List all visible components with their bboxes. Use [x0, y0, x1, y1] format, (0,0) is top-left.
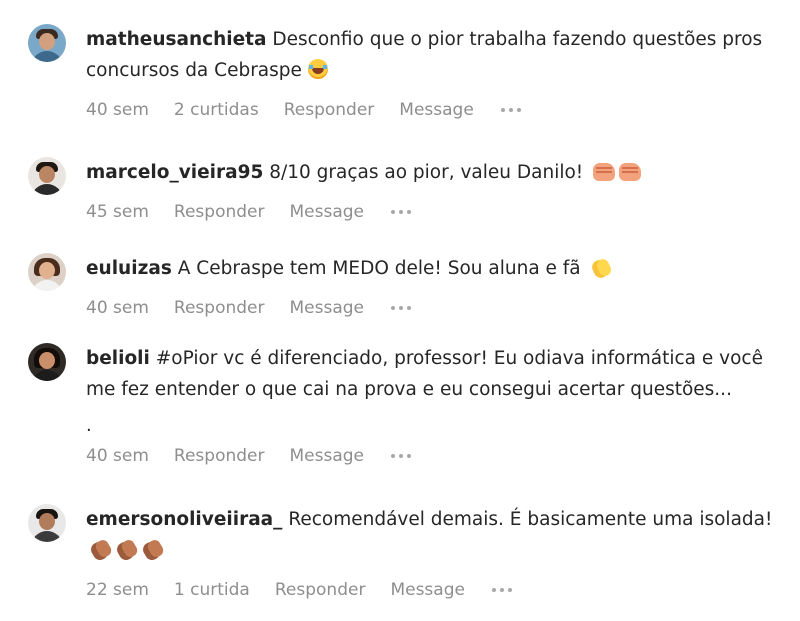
comment-text: A Cebraspe tem MEDO dele! Sou aluna e fã [177, 258, 581, 279]
comment-text-block: euluizas A Cebraspe tem MEDO dele! Sou a… [86, 253, 780, 284]
comment-text: 8/10 graças ao pior, valeu Danilo! [269, 162, 584, 183]
avatar[interactable] [28, 157, 66, 195]
reply-button[interactable]: Responder [284, 100, 375, 120]
comment-username[interactable]: belioli [86, 348, 150, 369]
likes-count-link[interactable]: 2 curtidas [174, 100, 259, 120]
reply-button[interactable]: Responder [174, 446, 265, 466]
comment-text: #oPior vc é diferenciado, professor! Eu … [86, 348, 763, 400]
comment-meta: 40 sem Responder Message [86, 443, 780, 469]
more-options-icon[interactable] [490, 584, 514, 596]
comments-list: matheusanchieta Desconfio que o pior tra… [0, 0, 800, 621]
comment-username[interactable]: euluizas [86, 258, 172, 279]
message-button[interactable]: Message [290, 202, 365, 222]
message-button[interactable]: Message [399, 100, 474, 120]
clapping-hands-dark-emoji [142, 538, 164, 560]
clapping-hands-dark-emoji [90, 538, 112, 560]
avatar[interactable] [28, 24, 66, 62]
likes-count-link[interactable]: 1 curtida [174, 580, 250, 600]
avatar[interactable] [28, 343, 66, 381]
comment-text-block: belioli #oPior vc é diferenciado, profes… [86, 343, 780, 405]
clapping-hands-dark-emoji [116, 538, 138, 560]
comment-text: Recomendável demais. É basicamente uma i… [288, 509, 773, 530]
comment-meta: 40 sem Responder Message [86, 295, 780, 321]
comment-text-block: emersonoliveiiraa_ Recomendável demais. … [86, 504, 780, 566]
comment-text-block: marcelo_vieira95 8/10 graças ao pior, va… [86, 157, 780, 188]
message-button[interactable]: Message [290, 298, 365, 318]
comment-time: 45 sem [86, 202, 149, 222]
comment-username[interactable]: marcelo_vieira95 [86, 162, 263, 183]
avatar[interactable] [28, 253, 66, 291]
avatar[interactable] [28, 504, 66, 542]
more-options-icon[interactable] [499, 104, 523, 116]
comment-meta: 22 sem 1 curtida Responder Message [86, 577, 780, 603]
comment-extra-line: . [86, 415, 92, 436]
reply-button[interactable]: Responder [275, 580, 366, 600]
message-button[interactable]: Message [290, 446, 365, 466]
more-options-icon[interactable] [389, 206, 413, 218]
more-options-icon[interactable] [389, 302, 413, 314]
reply-button[interactable]: Responder [174, 298, 265, 318]
comment-time: 40 sem [86, 446, 149, 466]
message-button[interactable]: Message [390, 580, 465, 600]
fist-bump-emoji [619, 163, 642, 181]
fist-bump-emoji [593, 163, 616, 181]
clapping-hands-emoji [591, 256, 611, 278]
more-options-icon[interactable] [389, 450, 413, 462]
face-with-tears-of-joy-emoji [307, 59, 328, 79]
comment-meta: 40 sem 2 curtidas Responder Message [86, 97, 780, 123]
comment-time: 40 sem [86, 100, 149, 120]
comment-time: 22 sem [86, 580, 149, 600]
comment-time: 40 sem [86, 298, 149, 318]
reply-button[interactable]: Responder [174, 202, 265, 222]
comment-text-block: matheusanchieta Desconfio que o pior tra… [86, 24, 780, 86]
comment-meta: 45 sem Responder Message [86, 199, 780, 225]
comment-username[interactable]: matheusanchieta [86, 29, 267, 50]
comment-username[interactable]: emersonoliveiiraa_ [86, 509, 282, 530]
